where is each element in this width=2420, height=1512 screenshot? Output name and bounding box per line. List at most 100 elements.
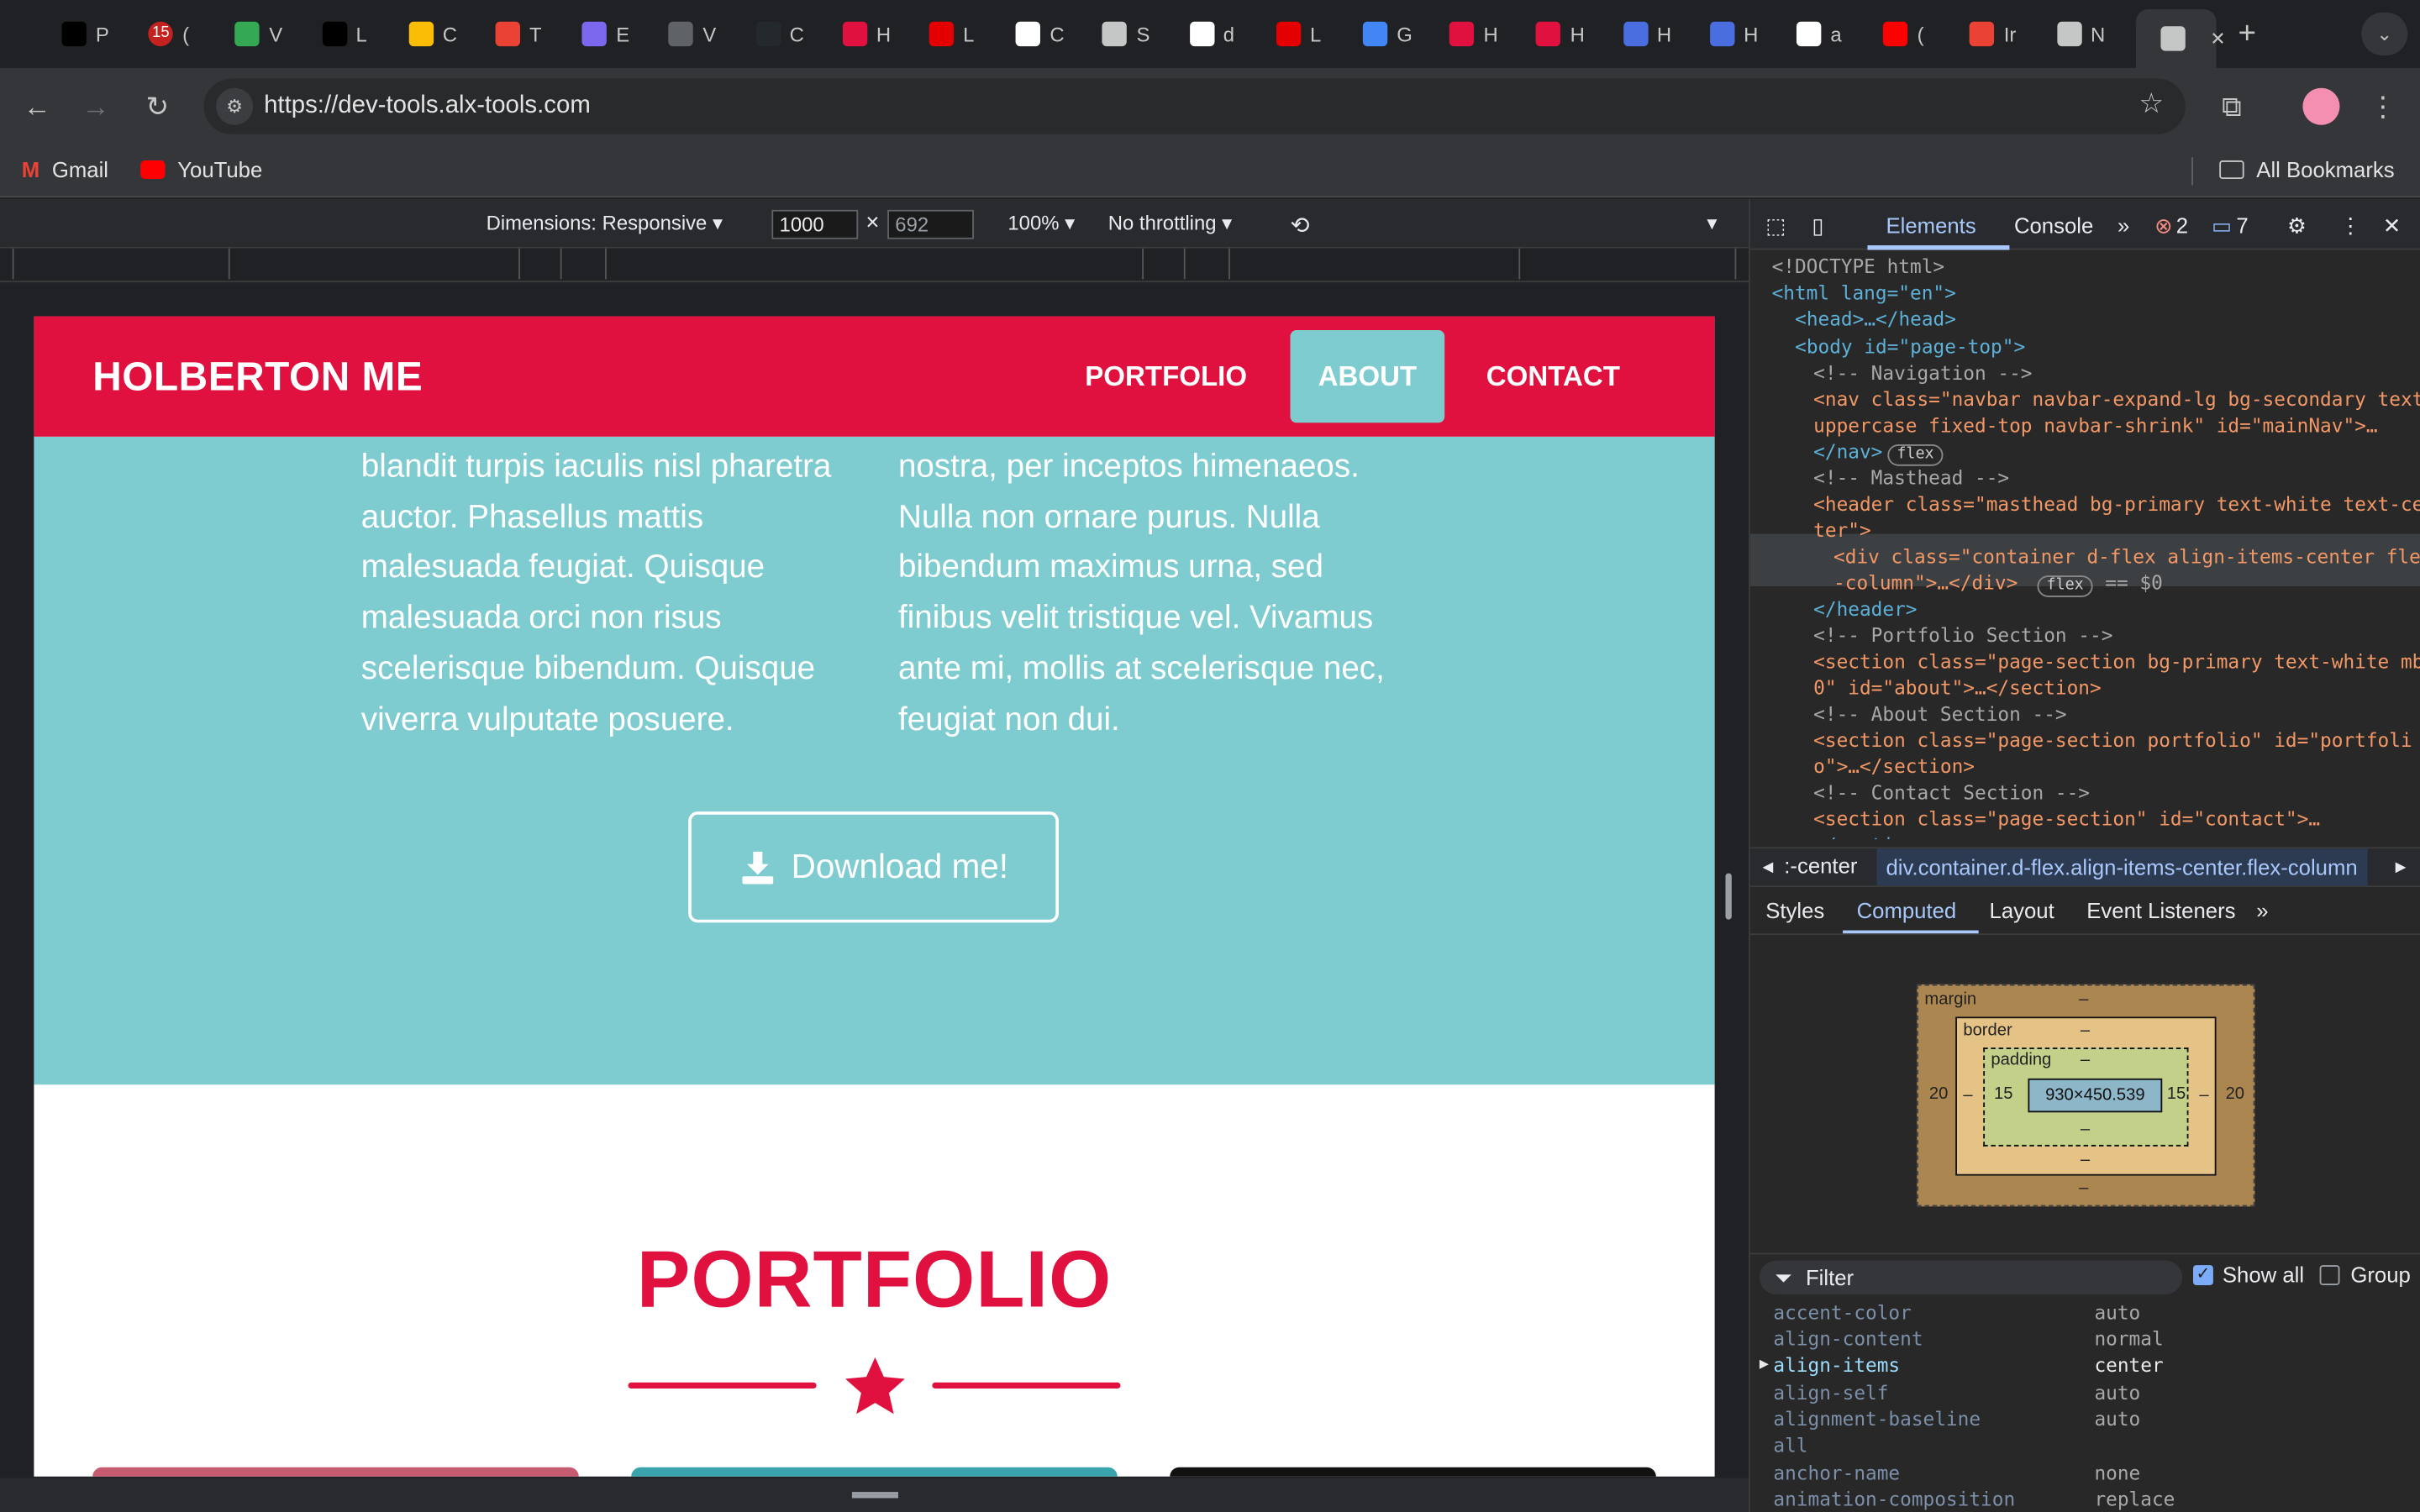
browser-tab[interactable]: H — [818, 13, 904, 55]
dom-comment[interactable]: <!-- Navigation --> — [1813, 360, 2032, 386]
message-icon[interactable]: ▭ — [2212, 213, 2232, 239]
nav-contact[interactable]: CONTACT — [1460, 330, 1647, 423]
error-icon[interactable]: ⊗ — [2154, 213, 2173, 239]
throttling-select[interactable]: No throttling ▾ — [1108, 212, 1232, 236]
property-row[interactable]: all — [1773, 1433, 2420, 1459]
dom-line[interactable]: <head>…</head> — [1795, 306, 1956, 332]
dom-line[interactable]: </nav> — [1813, 438, 1882, 465]
more-tabs-icon[interactable]: » — [2118, 213, 2129, 237]
error-count[interactable]: 2 — [2176, 213, 2188, 237]
browser-tab[interactable]: N — [2032, 13, 2118, 55]
browser-tab[interactable]: H — [1685, 13, 1771, 55]
dom-line[interactable]: <body id="page-top"> — [1795, 333, 2025, 360]
expand-arrow-icon[interactable]: ▶ — [1760, 1356, 1769, 1373]
viewport-resize-handle[interactable] — [1725, 873, 1732, 920]
browser-tab[interactable]: C — [384, 13, 471, 55]
close-tab-icon[interactable]: ✕ — [2210, 28, 2225, 50]
forward-icon[interactable]: → — [77, 88, 114, 125]
nav-portfolio[interactable]: PORTFOLIO — [1059, 330, 1273, 423]
dom-line[interactable]: <nav class="navbar navbar-expand-lg bg-s… — [1813, 386, 2420, 412]
dom-comment[interactable]: <!-- Masthead --> — [1813, 465, 2009, 491]
browser-tab[interactable]: a — [1772, 13, 1859, 55]
dom-line[interactable]: </section> — [1813, 832, 1928, 839]
flex-badge[interactable]: flex — [2037, 575, 2093, 597]
filter-input[interactable]: ⏷ Filter — [1759, 1260, 2183, 1295]
portfolio-card[interactable] — [1170, 1467, 1656, 1477]
subtab-event-listeners[interactable]: Event Listeners — [2086, 898, 2235, 922]
browser-tab[interactable]: 15 ( — [124, 13, 210, 55]
url-text[interactable]: https://dev-tools.alx-tools.com — [264, 92, 591, 120]
address-bar[interactable]: ⚙ https://dev-tools.alx-tools.com ☆ — [203, 78, 2186, 134]
extensions-icon[interactable]: ⧉ — [2213, 88, 2250, 125]
dom-line[interactable]: <section class="page-section bg-primary … — [1813, 648, 2420, 674]
property-row[interactable]: align-self auto — [1773, 1381, 2420, 1407]
reload-icon[interactable]: ↻ — [139, 88, 176, 125]
breadcrumb-right-arrow-icon[interactable]: ▸ — [2396, 853, 2407, 879]
more-subtabs-icon[interactable]: » — [2256, 898, 2268, 922]
rotate-icon[interactable]: ⟲ — [1291, 212, 1310, 239]
group-checkbox[interactable] — [2319, 1265, 2340, 1286]
box-model-border[interactable]: border – – – – padding – 15 15 – 930×450… — [1955, 1016, 2217, 1176]
close-icon[interactable]: ✕ — [2383, 213, 2402, 239]
browser-tab[interactable]: ( — [1859, 13, 1945, 55]
browser-tab[interactable]: L — [1251, 13, 1338, 55]
breadcrumb-left-arrow-icon[interactable]: ◂ — [1763, 853, 1774, 879]
dom-line[interactable]: <header class="masthead bg-primary text-… — [1813, 491, 2420, 517]
breadcrumb-current[interactable]: div.container.d-flex.align-items-center.… — [1876, 848, 2367, 886]
bookmark-star-icon[interactable]: ☆ — [2139, 88, 2164, 121]
portfolio-card[interactable] — [631, 1467, 1118, 1477]
subtab-computed[interactable]: Computed — [1857, 898, 1957, 922]
dom-line[interactable]: ter"> — [1813, 517, 1871, 543]
message-count[interactable]: 7 — [2236, 213, 2248, 237]
browser-tab[interactable]: V — [211, 13, 297, 55]
dom-line[interactable]: <section class="page-section" id="contac… — [1813, 806, 2320, 832]
breadcrumb-item[interactable]: :-center — [1784, 853, 1857, 878]
dom-line[interactable]: </header> — [1813, 596, 1917, 622]
all-bookmarks[interactable]: All Bookmarks — [2219, 157, 2395, 182]
subtab-layout[interactable]: Layout — [1990, 898, 2054, 922]
zoom-select[interactable]: 100% ▾ — [1007, 212, 1075, 236]
bookmark-youtube[interactable]: YouTube — [140, 157, 262, 182]
property-row[interactable]: accent-color auto — [1773, 1300, 2420, 1326]
dom-line[interactable]: 0" id="about">…</section> — [1813, 675, 2102, 701]
browser-tab[interactable]: H — [1598, 13, 1685, 55]
nav-about[interactable]: ABOUT — [1290, 330, 1445, 423]
browser-tab[interactable]: E — [557, 13, 644, 55]
property-row[interactable]: align-content normal — [1773, 1327, 2420, 1353]
height-input[interactable]: 692 — [887, 209, 974, 239]
tab-console[interactable]: Console — [2014, 213, 2093, 237]
subtab-styles[interactable]: Styles — [1765, 898, 1824, 922]
download-button[interactable]: Download me! — [688, 811, 1060, 923]
dom-comment[interactable]: <!-- About Section --> — [1813, 701, 2066, 727]
dom-line[interactable]: <section class="page-section portfolio" … — [1813, 727, 2412, 753]
property-row[interactable]: anchor-name none — [1773, 1461, 2420, 1487]
dom-line[interactable]: uppercase fixed-top navbar-shrink" id="m… — [1813, 412, 2377, 438]
dom-comment[interactable]: <!-- Contact Section --> — [1813, 780, 2090, 806]
browser-tab[interactable]: H — [1512, 13, 1598, 55]
dom-line-selected[interactable]: -column">…</div> — [1833, 570, 2018, 596]
browser-tab[interactable]: d — [1165, 13, 1251, 55]
new-tab-button[interactable]: + — [2232, 18, 2263, 50]
profile-avatar[interactable] — [2302, 87, 2340, 125]
width-input[interactable]: 1000 — [771, 209, 859, 239]
settings-gear-icon[interactable]: ⚙ — [2287, 213, 2307, 239]
bookmark-gmail[interactable]: M Gmail — [22, 157, 108, 181]
resize-grip-icon[interactable] — [851, 1492, 898, 1499]
more-options-icon[interactable]: ▾ — [1707, 212, 1717, 236]
browser-tab[interactable]: H — [1425, 13, 1512, 55]
box-model-padding[interactable]: padding – 15 15 – 930×450.539 — [1983, 1047, 2189, 1147]
browser-tab[interactable]: S — [1078, 13, 1165, 55]
dom-line[interactable]: <html lang="en"> — [1772, 279, 1956, 305]
dom-line-selected[interactable]: <div class="container d-flex align-items… — [1833, 543, 2420, 570]
property-row-expandable[interactable]: ▶ align-items center — [1760, 1353, 2420, 1379]
dom-line[interactable]: <!DOCTYPE html> — [1772, 253, 1945, 279]
browser-tab[interactable]: Ir — [1945, 13, 2032, 55]
site-brand[interactable]: HOLBERTON ME — [92, 354, 423, 402]
browser-tab[interactable]: C — [731, 13, 818, 55]
browser-tab[interactable]: C — [992, 13, 1078, 55]
menu-kebab-icon[interactable]: ⋮ — [2365, 88, 2402, 125]
box-model-content[interactable]: 930×450.539 — [2028, 1078, 2163, 1113]
dom-comment[interactable]: <!-- Portfolio Section --> — [1813, 622, 2112, 648]
browser-tab[interactable]: V — [644, 13, 731, 55]
browser-tab[interactable]: L — [297, 13, 384, 55]
